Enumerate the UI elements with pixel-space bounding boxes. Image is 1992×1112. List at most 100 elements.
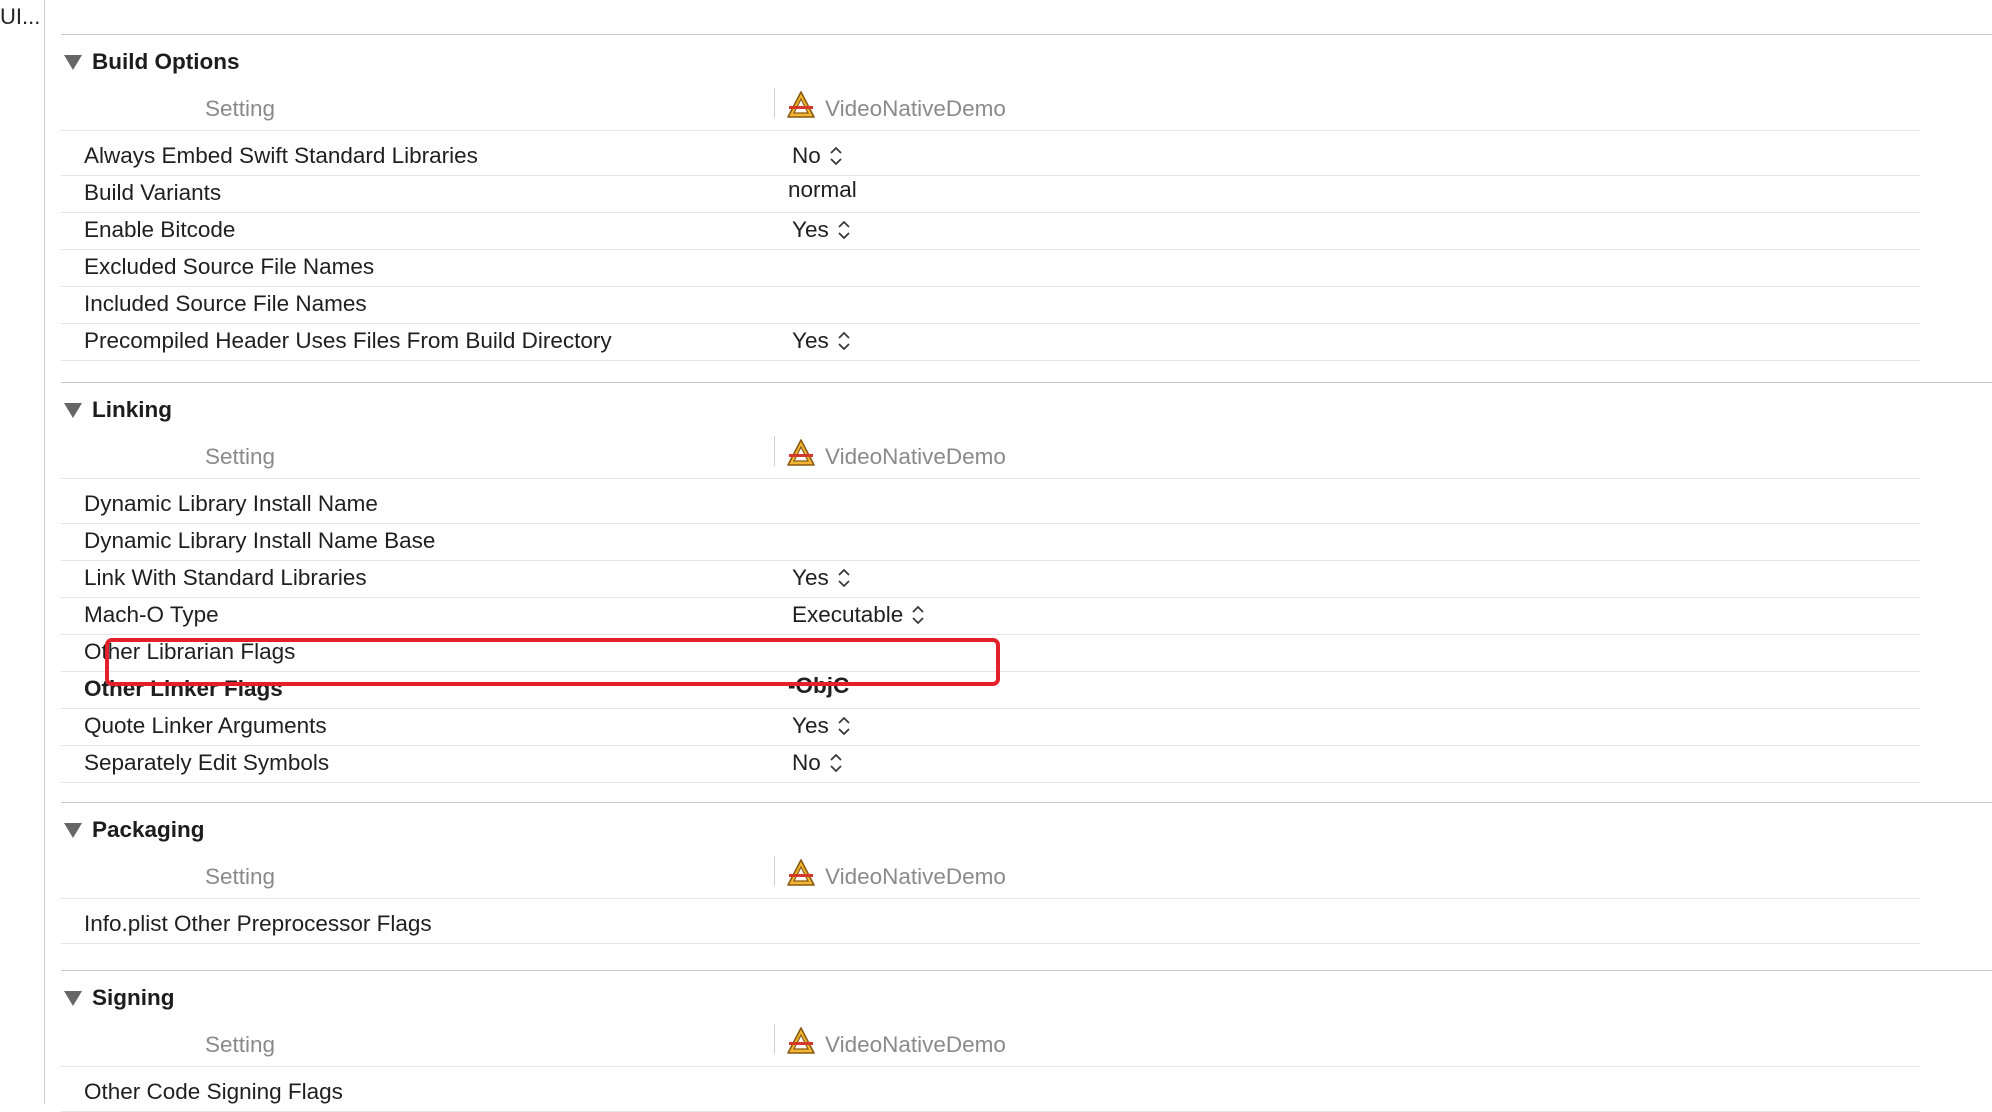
xcode-app-icon [785, 857, 817, 889]
section-packaging: Packaging Setting VideoNativeDemo Info.p… [61, 802, 1992, 972]
setting-value[interactable]: Yes [792, 713, 851, 739]
setting-column-label: Setting [205, 1032, 276, 1057]
disclosure-triangle-icon[interactable] [64, 54, 82, 70]
setting-name: Link With Standard Libraries [84, 565, 367, 590]
settings-row[interactable]: Enable Bitcode Yes [61, 213, 1920, 250]
setting-value-text: Executable [792, 602, 904, 627]
target-column-label: VideoNativeDemo [825, 96, 1006, 121]
setting-value-text: No [792, 750, 821, 775]
section-divider [61, 970, 1992, 971]
setting-name: Precompiled Header Uses Files From Build… [84, 328, 612, 353]
disclosure-triangle-icon[interactable] [64, 822, 82, 838]
setting-value[interactable]: No [792, 143, 843, 169]
settings-row[interactable]: Mach-O Type Executable [61, 598, 1920, 635]
section-header-build-options[interactable]: Build Options [61, 44, 239, 80]
settings-rows: Always Embed Swift Standard Libraries No B… [61, 139, 1920, 361]
setting-name: Other Linker Flags [84, 676, 283, 701]
target-column-label: VideoNativeDemo [825, 1032, 1006, 1057]
setting-value-text: normal [788, 177, 857, 202]
popup-stepper-icon[interactable] [829, 752, 843, 774]
column-header: Setting VideoNativeDemo [61, 86, 1920, 131]
setting-column-label: Setting [205, 864, 276, 889]
column-separator [774, 88, 775, 118]
setting-column-label: Setting [205, 444, 276, 469]
build-settings-editor: Build Options Setting VideoNativeDemo Al… [45, 0, 1992, 1112]
section-title: Build Options [92, 49, 240, 74]
settings-row[interactable]: Excluded Source File Names [61, 250, 1920, 287]
popup-stepper-icon[interactable] [837, 567, 851, 589]
setting-value[interactable]: Executable [792, 602, 925, 628]
settings-row[interactable]: Other Code Signing Flags [61, 1075, 1920, 1112]
column-header: Setting VideoNativeDemo [61, 434, 1920, 479]
settings-row[interactable]: Build Variants normal [61, 176, 1920, 213]
column-separator [774, 856, 775, 886]
settings-row[interactable]: Other Linker Flags -ObjC [61, 672, 1920, 709]
setting-name: Build Variants [84, 180, 222, 205]
popup-stepper-icon[interactable] [837, 330, 851, 352]
navigator-pane: UI... [0, 0, 45, 1104]
setting-name: Separately Edit Symbols [84, 750, 330, 775]
column-header: Setting VideoNativeDemo [61, 854, 1920, 899]
column-separator [774, 436, 775, 466]
settings-row[interactable]: Precompiled Header Uses Files From Build… [61, 324, 1920, 361]
section-header-packaging[interactable]: Packaging [61, 812, 205, 848]
navigator-truncated-label[interactable]: UI... [0, 4, 40, 30]
setting-name: Excluded Source File Names [84, 254, 375, 279]
setting-name: Mach-O Type [84, 602, 219, 627]
section-header-signing[interactable]: Signing [61, 980, 175, 1016]
setting-name: Included Source File Names [84, 291, 367, 316]
disclosure-triangle-icon[interactable] [64, 990, 82, 1006]
section-divider [61, 802, 1992, 803]
popup-stepper-icon[interactable] [911, 604, 925, 626]
setting-value[interactable]: Yes [792, 328, 851, 354]
section-title: Linking [92, 397, 172, 422]
section-build-options: Build Options Setting VideoNativeDemo Al… [61, 34, 1992, 361]
popup-stepper-icon[interactable] [837, 715, 851, 737]
settings-row[interactable]: Always Embed Swift Standard Libraries No [61, 139, 1920, 176]
section-title: Packaging [92, 817, 205, 842]
target-column-label: VideoNativeDemo [825, 444, 1006, 469]
section-linking: Linking Setting VideoNativeDemo Dynamic … [61, 382, 1992, 802]
setting-value-text: Yes [792, 565, 829, 590]
settings-row[interactable]: Quote Linker Arguments Yes [61, 709, 1920, 746]
settings-rows: Dynamic Library Install Name Dynamic Libr… [61, 487, 1920, 783]
setting-value[interactable]: No [792, 750, 843, 776]
xcode-app-icon [785, 437, 817, 469]
xcode-app-icon [785, 1025, 817, 1057]
setting-value[interactable]: -ObjC [788, 673, 849, 699]
section-header-linking[interactable]: Linking [61, 392, 172, 428]
popup-stepper-icon[interactable] [837, 219, 851, 241]
settings-row[interactable]: Link With Standard Libraries Yes [61, 561, 1920, 598]
settings-rows: Other Code Signing Flags [61, 1075, 1920, 1112]
setting-value-text: No [792, 143, 821, 168]
setting-name: Quote Linker Arguments [84, 713, 327, 738]
column-separator [774, 1024, 775, 1054]
section-divider [61, 382, 1992, 383]
settings-row[interactable]: Included Source File Names [61, 287, 1920, 324]
setting-name: Always Embed Swift Standard Libraries [84, 143, 478, 168]
section-signing: Signing Setting VideoNativeDemo Other Co… [61, 970, 1992, 1112]
setting-value-text: Yes [792, 328, 829, 353]
setting-value[interactable]: Yes [792, 565, 851, 591]
popup-stepper-icon[interactable] [829, 145, 843, 167]
setting-column-label: Setting [205, 96, 276, 121]
settings-row[interactable]: Dynamic Library Install Name Base [61, 524, 1920, 561]
setting-name: Other Librarian Flags [84, 639, 296, 664]
setting-name: Dynamic Library Install Name [84, 491, 378, 516]
settings-row[interactable]: Other Librarian Flags [61, 635, 1920, 672]
settings-row[interactable]: Separately Edit Symbols No [61, 746, 1920, 783]
setting-name: Info.plist Other Preprocessor Flags [84, 911, 432, 936]
setting-value[interactable]: normal [788, 177, 857, 203]
setting-value[interactable]: Yes [792, 217, 851, 243]
section-divider [61, 34, 1992, 35]
xcode-app-icon [785, 89, 817, 121]
setting-value-text: Yes [792, 217, 829, 242]
settings-row[interactable]: Info.plist Other Preprocessor Flags [61, 907, 1920, 944]
settings-row[interactable]: Dynamic Library Install Name [61, 487, 1920, 524]
setting-value-text: Yes [792, 713, 829, 738]
setting-value-text: -ObjC [788, 673, 850, 698]
disclosure-triangle-icon[interactable] [64, 402, 82, 418]
setting-name: Other Code Signing Flags [84, 1079, 343, 1104]
section-title: Signing [92, 985, 175, 1010]
setting-name: Enable Bitcode [84, 217, 236, 242]
